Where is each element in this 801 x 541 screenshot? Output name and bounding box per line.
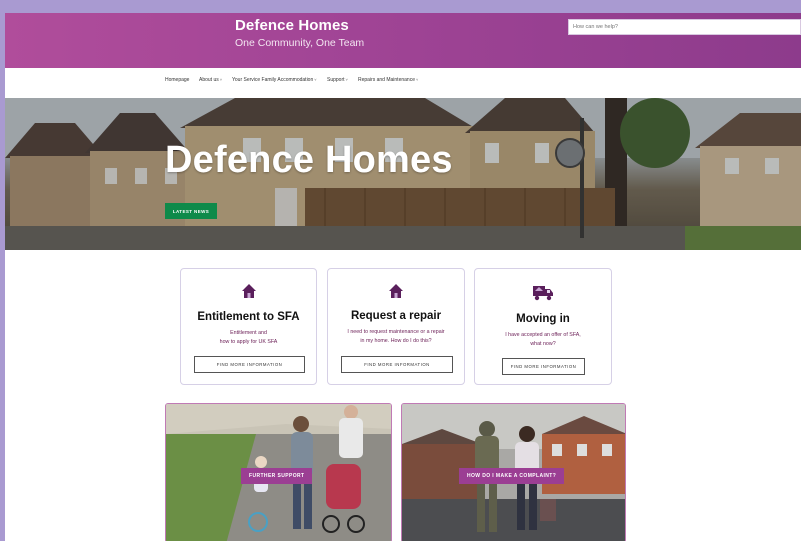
card-description-line: I need to request maintenance or a repai… <box>347 329 445 335</box>
card-description-line: how to apply for UK SFA <box>219 339 278 345</box>
nav-item-label: Homepage <box>165 77 190 83</box>
site-header: Defence Homes One Community, One Team <box>5 13 801 68</box>
site-tagline: One Community, One Team <box>235 37 365 49</box>
card-description-line: Entitlement and <box>230 330 267 336</box>
nav-item-about-us[interactable]: About us˅ <box>199 77 222 83</box>
find-more-information-button[interactable]: FIND MORE INFORMATION <box>502 358 585 375</box>
house-icon <box>388 283 404 304</box>
hero-title: Defence Homes <box>165 139 453 181</box>
card-description-line: in my home. How do I do this? <box>360 338 432 344</box>
card-moving-in: Moving in I have accepted an offer of SF… <box>474 268 612 385</box>
tile-complaint[interactable]: HOW DO I MAKE A COMPLAINT? <box>401 403 626 541</box>
nav-item-label: About us <box>199 77 219 83</box>
card-description-line: I have accepted an offer of SFA, <box>505 332 581 338</box>
nav-item-label: Your Service Family Accommodation <box>232 77 314 83</box>
find-more-information-button[interactable]: FIND MORE INFORMATION <box>194 356 305 373</box>
nav-item-label: Support <box>327 77 345 83</box>
card-title: Entitlement to SFA <box>197 311 300 323</box>
chevron-down-icon: ˅ <box>314 77 317 82</box>
card-entitlement: Entitlement to SFA Entitlement and how t… <box>180 268 317 385</box>
site-title[interactable]: Defence Homes <box>235 17 349 34</box>
chevron-down-icon: ˅ <box>415 77 419 82</box>
search-input[interactable] <box>568 19 801 35</box>
moving-truck-icon <box>532 283 554 306</box>
nav-item-label: Repairs and Maintenance <box>358 77 415 83</box>
card-description-line: what now? <box>530 341 556 347</box>
nav-item-support[interactable]: Support˅ <box>327 77 348 83</box>
card-title: Moving in <box>516 313 570 325</box>
card-description: Entitlement and how to apply for UK SFA <box>181 329 316 347</box>
tile-further-support[interactable]: FURTHER SUPPORT <box>165 403 392 541</box>
nav-item-repairs[interactable]: Repairs and Maintenance˅ <box>358 77 418 83</box>
nav-item-your-sfa[interactable]: Your Service Family Accommodation˅ <box>232 77 317 83</box>
hero-banner: Defence Homes LATEST NEWS <box>5 98 801 250</box>
card-title: Request a repair <box>350 310 442 322</box>
page: Defence Homes One Community, One Team Ho… <box>5 13 801 541</box>
nav-item-homepage[interactable]: Homepage <box>165 77 189 83</box>
house-icon <box>241 283 257 304</box>
card-request-repair: Request a repair I need to request maint… <box>327 268 465 385</box>
find-more-information-button[interactable]: FIND MORE INFORMATION <box>341 356 453 373</box>
latest-news-button[interactable]: LATEST NEWS <box>165 203 217 219</box>
card-description: I have accepted an offer of SFA, what no… <box>475 331 611 349</box>
card-description: I need to request maintenance or a repai… <box>328 328 464 346</box>
chevron-down-icon: ˅ <box>345 77 348 82</box>
main-nav: Homepage About us˅ Your Service Family A… <box>5 68 801 98</box>
further-support-button[interactable]: FURTHER SUPPORT <box>241 468 313 484</box>
make-complaint-button[interactable]: HOW DO I MAKE A COMPLAINT? <box>459 468 565 484</box>
chevron-down-icon: ˅ <box>219 77 223 82</box>
